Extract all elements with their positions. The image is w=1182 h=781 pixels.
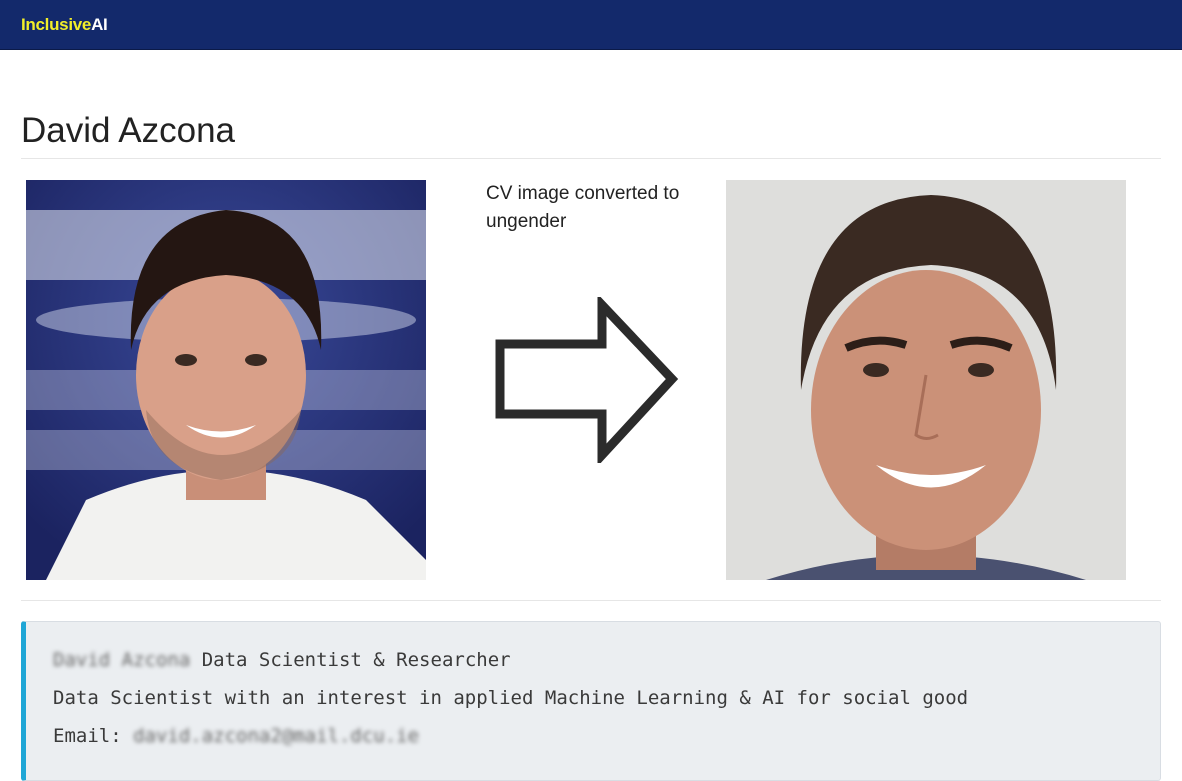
profile-info-box: David Azcona Data Scientist & Researcher… [21,621,1161,781]
original-portrait-photo [26,180,426,580]
profile-email-line: Email: david.azcona2@mail.dcu.ie [53,724,419,748]
ungendered-portrait-photo [726,180,1126,580]
brand-logo-link[interactable]: InclusiveAI [21,15,108,35]
title-divider [21,158,1161,159]
page-title: David Azcona [21,111,236,150]
brand-name-part1: Inclusive [21,15,92,34]
email-label: Email: [53,725,134,747]
profile-bio: Data Scientist with an interest in appli… [53,687,969,709]
right-arrow-outline-icon [494,293,680,467]
conversion-caption: CV image converted to ungender [486,183,680,232]
top-navbar: InclusiveAI [0,0,1182,50]
profile-headline: Data Scientist & Researcher [190,649,511,671]
email-link-blurred[interactable]: david.azcona2@mail.dcu.ie [133,725,419,747]
profile-headline-line: David Azcona Data Scientist & Researcher [53,648,511,672]
profile-name-blurred: David Azcona [53,649,191,671]
brand-name-part2: AI [91,15,108,34]
section-divider [21,600,1161,601]
